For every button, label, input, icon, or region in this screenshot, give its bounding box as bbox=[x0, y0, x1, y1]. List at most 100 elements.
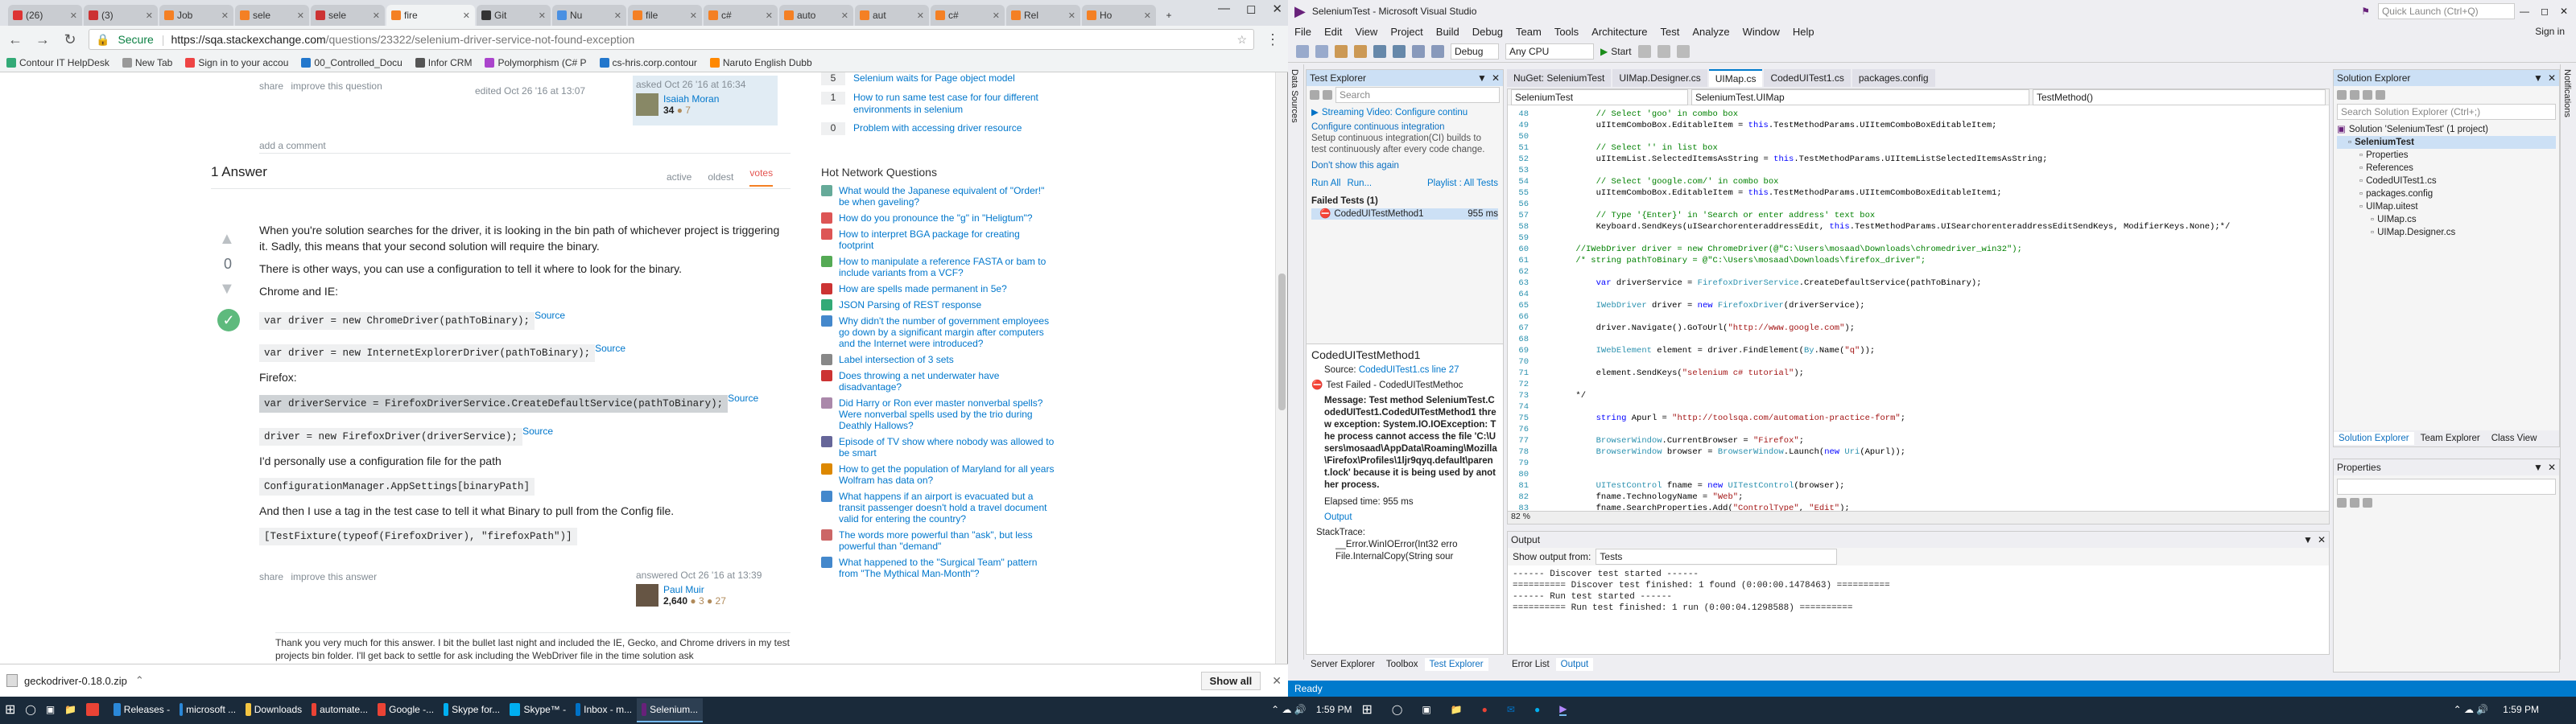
menu-icon[interactable]: ⋮ bbox=[1264, 31, 1282, 48]
reload-icon[interactable]: ↻ bbox=[61, 31, 79, 48]
pin-icon[interactable]: ▼ bbox=[2533, 72, 2543, 84]
close-tab-icon[interactable]: ✕ bbox=[1141, 10, 1151, 21]
hnq-item[interactable]: What happens if an airport is evacuated … bbox=[821, 491, 1055, 524]
back-icon[interactable]: ← bbox=[6, 31, 24, 48]
browser-tab[interactable]: aut ✕ bbox=[855, 5, 929, 26]
clock-left[interactable]: 1:59 PM bbox=[1311, 698, 1357, 722]
linked-question[interactable]: 0 Problem with accessing driver resource bbox=[821, 122, 1063, 135]
hnq-item[interactable]: What happened to the "Surgical Team" pat… bbox=[821, 557, 1055, 579]
output-source-select[interactable]: Tests bbox=[1596, 549, 1838, 565]
bookmark-item[interactable]: cs-hris.corp.contour bbox=[599, 57, 697, 68]
close-tab-icon[interactable]: ✕ bbox=[294, 10, 304, 21]
minimize-icon[interactable]: — bbox=[2520, 6, 2529, 17]
linked-question[interactable]: 1 How to run same test case for four diff… bbox=[821, 92, 1063, 116]
close-tab-icon[interactable]: ✕ bbox=[535, 10, 546, 21]
doc-tab[interactable]: CodedUITest1.cs bbox=[1764, 69, 1851, 87]
close-tab-icon[interactable]: ✕ bbox=[1065, 10, 1075, 21]
taskbar-app[interactable]: microsoft ... bbox=[175, 698, 241, 722]
file-explorer-icon[interactable]: 📁 bbox=[1451, 704, 1463, 715]
source-link[interactable]: Source bbox=[522, 426, 553, 437]
hnq-item[interactable]: JSON Parsing of REST response bbox=[821, 299, 1055, 311]
taskbar-app[interactable]: Skype for... bbox=[439, 698, 505, 722]
share-link[interactable]: share bbox=[259, 571, 283, 582]
home-icon[interactable] bbox=[2337, 90, 2347, 100]
redo-icon[interactable] bbox=[1431, 44, 1444, 58]
close-icon[interactable]: ✕ bbox=[1492, 72, 1500, 84]
taskbar-app[interactable]: Downloads bbox=[241, 698, 307, 722]
close-tab-icon[interactable]: ✕ bbox=[369, 10, 380, 21]
browser-tab[interactable]: sele ✕ bbox=[311, 5, 385, 26]
streaming-video-link[interactable]: Streaming Video: Configure continu bbox=[1322, 107, 1468, 118]
taskbar-app[interactable]: automate... bbox=[307, 698, 373, 722]
doc-tab[interactable]: UIMap.Designer.cs bbox=[1612, 69, 1707, 87]
start-icon[interactable]: ⊞ bbox=[1362, 701, 1373, 718]
solution-search-input[interactable]: Search Solution Explorer (Ctrl+;) bbox=[2337, 104, 2556, 120]
close-tab-icon[interactable]: ✕ bbox=[838, 10, 848, 21]
zoom-level[interactable]: 82 % bbox=[1508, 511, 2329, 524]
notification-flag-icon[interactable]: ⚑ bbox=[2361, 6, 2370, 17]
maximize-icon[interactable]: ◻ bbox=[2541, 6, 2549, 17]
data-sources-tab[interactable]: Data Sources bbox=[1288, 64, 1301, 128]
taskbar-app[interactable] bbox=[81, 698, 109, 722]
share-link[interactable]: share bbox=[259, 80, 283, 92]
hnq-item[interactable]: How do you pronounce the "g" in "Heligtu… bbox=[821, 212, 1055, 224]
minimize-icon[interactable]: — bbox=[1218, 2, 1230, 16]
close-tab-icon[interactable]: ✕ bbox=[142, 10, 153, 21]
browser-tab[interactable]: Nu ✕ bbox=[552, 5, 626, 26]
solution-tree-item[interactable]: ▫ References bbox=[2337, 162, 2556, 175]
close-icon[interactable]: ✕ bbox=[2548, 72, 2556, 84]
project-nav[interactable]: SeleniumTest bbox=[1511, 89, 1688, 105]
avatar[interactable] bbox=[636, 93, 658, 116]
config-select[interactable]: Debug bbox=[1451, 43, 1499, 60]
download-filename[interactable]: geckodriver-0.18.0.zip bbox=[24, 675, 127, 687]
chevron-up-icon[interactable]: ⌃ bbox=[135, 674, 144, 687]
solution-tree-item[interactable]: ▫ UIMap.Designer.cs bbox=[2337, 226, 2556, 239]
platform-select[interactable]: Any CPU bbox=[1505, 43, 1594, 60]
browser-tab[interactable]: (26) ✕ bbox=[8, 5, 82, 26]
asker-name[interactable]: Isaiah Moran bbox=[663, 93, 719, 105]
taskbar-app[interactable]: Google -... bbox=[373, 698, 439, 722]
group-icon[interactable] bbox=[1310, 90, 1319, 100]
panel-tab[interactable]: Server Explorer bbox=[1306, 658, 1380, 671]
collapse-icon[interactable] bbox=[2376, 90, 2385, 100]
close-icon[interactable]: ✕ bbox=[1272, 2, 1282, 16]
close-icon[interactable]: ✕ bbox=[2318, 534, 2326, 545]
improve-link[interactable]: improve this question bbox=[291, 80, 382, 92]
categorized-icon[interactable] bbox=[2337, 498, 2347, 508]
tray-icons[interactable]: ⌃ ☁ 🔊 bbox=[1266, 698, 1311, 722]
source-link[interactable]: CodedUITest1.cs line 27 bbox=[1359, 365, 1459, 375]
toolbar-icon[interactable] bbox=[1657, 44, 1670, 58]
bookmark-item[interactable]: Contour IT HelpDesk bbox=[6, 57, 109, 68]
close-tab-icon[interactable]: ✕ bbox=[67, 10, 77, 21]
sort-oldest[interactable]: oldest bbox=[708, 171, 733, 183]
browser-tab[interactable]: file ✕ bbox=[628, 5, 702, 26]
browser-tab[interactable]: c# ✕ bbox=[704, 5, 778, 26]
hnq-item[interactable]: How to manipulate a reference FASTA or b… bbox=[821, 256, 1055, 278]
method-nav[interactable]: TestMethod() bbox=[2033, 89, 2326, 105]
task-view-icon[interactable]: ▣ bbox=[1422, 704, 1430, 715]
notifications-tab[interactable]: Notifications bbox=[2561, 64, 2574, 122]
edited-info[interactable]: edited Oct 26 '16 at 13:07 bbox=[475, 85, 585, 97]
doc-tab[interactable]: packages.config bbox=[1852, 69, 1935, 87]
filter-icon[interactable] bbox=[1323, 90, 1332, 100]
maximize-icon[interactable]: ◻ bbox=[1246, 2, 1256, 16]
menu-item-edit[interactable]: Edit bbox=[1324, 26, 1342, 38]
source-link[interactable]: Source bbox=[535, 310, 565, 321]
file-explorer-icon[interactable]: 📁 bbox=[60, 698, 81, 722]
menu-item-team[interactable]: Team bbox=[1516, 26, 1542, 38]
hnq-item[interactable]: The words more powerful than "ask", but … bbox=[821, 529, 1055, 552]
taskbar-app[interactable]: Releases - bbox=[109, 698, 175, 722]
menu-item-architecture[interactable]: Architecture bbox=[1591, 26, 1647, 38]
panel-tab[interactable]: Output bbox=[1555, 658, 1594, 671]
hnq-item[interactable]: Why didn't the number of government empl… bbox=[821, 315, 1055, 349]
hnq-item[interactable]: Does throwing a net underwater have disa… bbox=[821, 370, 1055, 393]
browser-tab[interactable]: (3) ✕ bbox=[84, 5, 158, 26]
panel-tab[interactable]: Class View bbox=[2487, 432, 2542, 445]
taskbar-app[interactable]: Skype™ - bbox=[505, 698, 571, 722]
sort-active[interactable]: active bbox=[667, 171, 691, 183]
menu-item-file[interactable]: File bbox=[1294, 26, 1311, 38]
browser-tab[interactable]: Git ✕ bbox=[477, 5, 551, 26]
undo-icon[interactable] bbox=[1412, 44, 1425, 58]
close-tab-icon[interactable]: ✕ bbox=[914, 10, 924, 21]
class-nav[interactable]: SeleniumTest.UIMap bbox=[1691, 89, 2029, 105]
